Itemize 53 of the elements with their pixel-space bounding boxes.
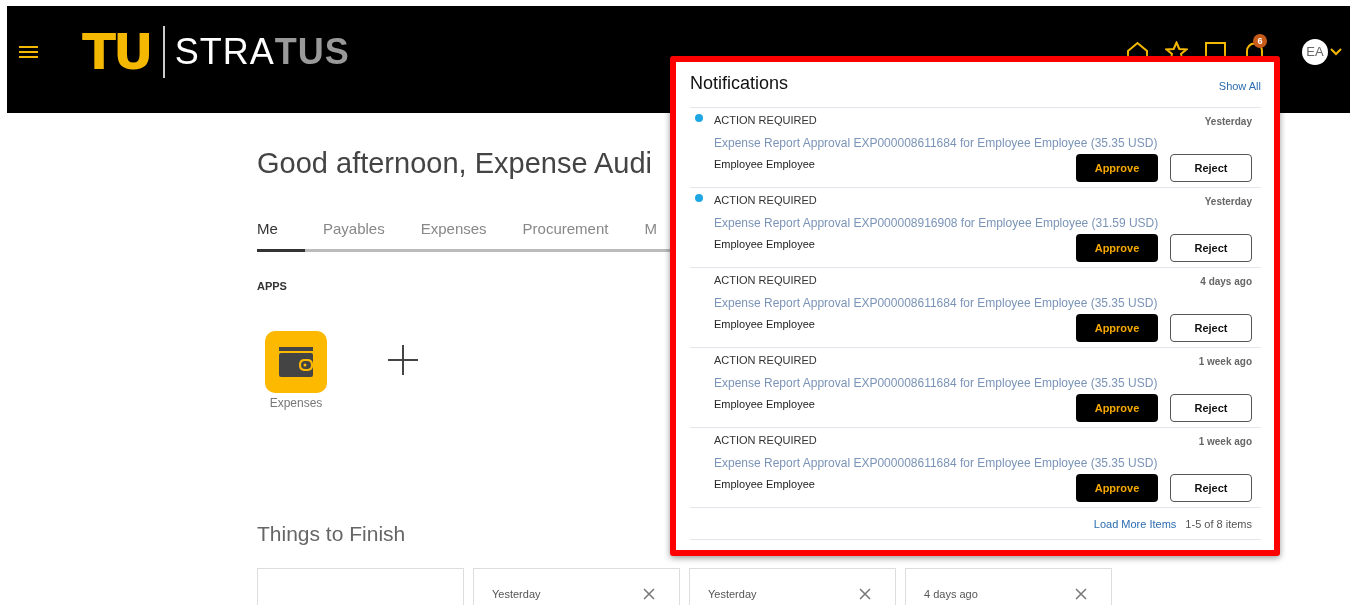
notification-label: ACTION REQUIRED (714, 114, 817, 127)
nav-tab[interactable]: Payables (323, 220, 385, 252)
notification-count-badge: 6 (1253, 34, 1267, 48)
notification-sender: Employee Employee (714, 158, 816, 170)
approve-button[interactable]: Approve (1076, 314, 1158, 342)
notification-sender: Employee Employee (714, 238, 816, 250)
item-range: 1-5 of 8 items (1185, 517, 1252, 530)
approve-button[interactable]: Approve (1076, 234, 1158, 262)
card-time: 4 days ago (924, 588, 978, 602)
approve-button[interactable]: Approve (1076, 154, 1158, 182)
chevron-down-icon (1330, 48, 1342, 56)
close-icon[interactable] (859, 588, 871, 600)
close-icon[interactable] (1075, 588, 1087, 600)
notification-label: ACTION REQUIRED (714, 194, 817, 207)
notification-sender: Employee Employee (714, 398, 816, 410)
show-all-link[interactable]: Show All (1218, 80, 1261, 92)
task-card[interactable]: 4 days ago (905, 568, 1112, 605)
approve-button[interactable]: Approve (1076, 474, 1158, 502)
notification-label: ACTION REQUIRED (714, 434, 817, 447)
menu-icon[interactable] (19, 44, 38, 60)
approve-button[interactable]: Approve (1076, 394, 1158, 422)
reject-button[interactable]: Reject (1170, 474, 1252, 502)
notification-label: ACTION REQUIRED (714, 274, 817, 287)
notification-label: ACTION REQUIRED (714, 354, 817, 367)
apps-heading: APPS (257, 280, 287, 292)
reject-button[interactable]: Reject (1170, 314, 1252, 342)
wallet-icon (277, 346, 315, 378)
task-card[interactable]: Yesterday (473, 568, 680, 605)
reject-button[interactable]: Reject (1170, 154, 1252, 182)
greeting-heading: Good afternoon, Expense Audi (257, 149, 652, 178)
notification-time: Yesterday (1204, 196, 1252, 207)
notification-sender: Employee Employee (714, 318, 816, 330)
notification-time: 1 week ago (1198, 356, 1252, 367)
load-more-link[interactable]: Load More Items (1093, 517, 1177, 530)
notification-time: 1 week ago (1198, 436, 1252, 447)
add-app-icon[interactable] (387, 343, 419, 376)
nav-tab[interactable]: Expenses (420, 220, 487, 252)
card-time: Yesterday (492, 588, 541, 602)
reject-button[interactable]: Reject (1170, 234, 1252, 262)
task-card[interactable]: Yesterday (689, 568, 896, 605)
nav-tab[interactable]: M (644, 220, 657, 252)
card-time: Yesterday (708, 588, 757, 602)
nav-tab[interactable]: Me (257, 220, 305, 252)
reject-button[interactable]: Reject (1170, 394, 1252, 422)
things-to-finish-heading: Things to Finish (257, 522, 406, 546)
close-icon[interactable] (643, 588, 655, 600)
notification-time: 4 days ago (1200, 276, 1252, 287)
panel-title: Notifications (690, 73, 789, 94)
logo-wordmark: STRATUS (174, 34, 350, 70)
logo-mark: TU (82, 27, 151, 77)
notification-sender: Employee Employee (714, 478, 816, 490)
nav-tab[interactable]: Procurement (522, 220, 609, 252)
notification-time: Yesterday (1204, 116, 1252, 127)
